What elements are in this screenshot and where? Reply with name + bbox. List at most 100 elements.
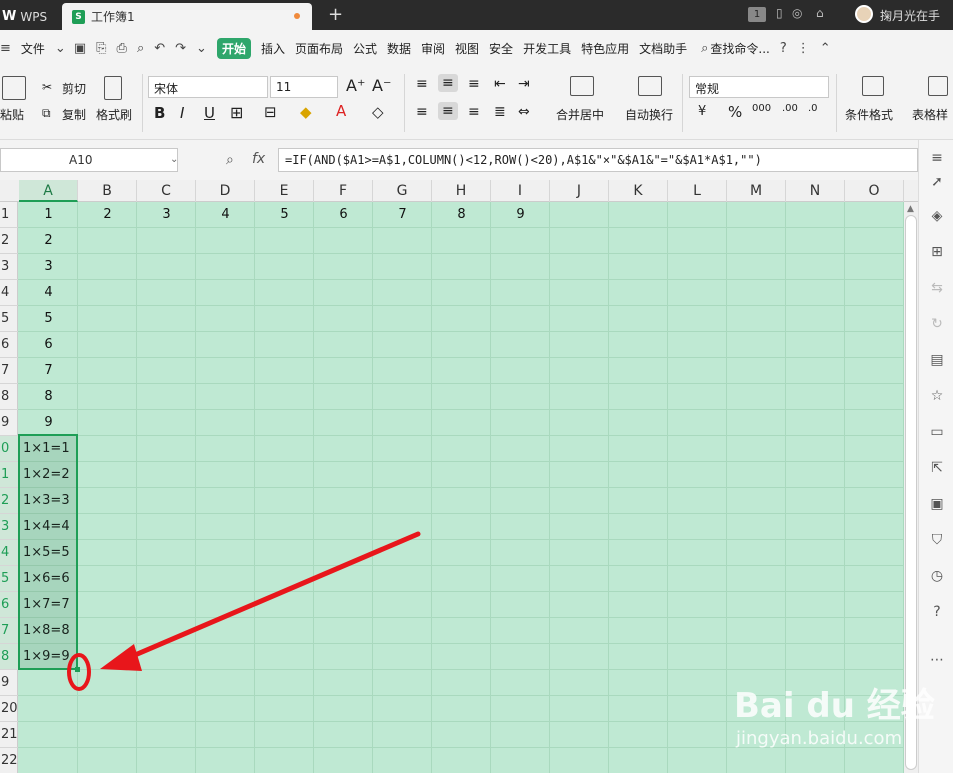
- column-header-b[interactable]: B: [78, 180, 137, 202]
- scroll-up-icon[interactable]: ▲: [907, 204, 914, 214]
- cut-button[interactable]: 剪切: [62, 80, 86, 97]
- avatar[interactable]: [855, 5, 873, 23]
- currency-icon[interactable]: ¥: [698, 104, 706, 119]
- conditional-format-button[interactable]: 条件格式: [845, 106, 893, 123]
- new-tab-icon[interactable]: +: [328, 4, 343, 25]
- more-quick-icon[interactable]: ⌄: [196, 41, 207, 56]
- name-box[interactable]: A10: [0, 148, 178, 172]
- row-header[interactable]: 4: [0, 280, 18, 306]
- tab-view[interactable]: 视图: [455, 40, 479, 57]
- column-header-l[interactable]: L: [668, 180, 727, 202]
- wps-home-tab[interactable]: W WPS: [0, 3, 58, 30]
- export-icon[interactable]: ⎘: [96, 41, 106, 56]
- chevron-down-icon[interactable]: ⌄: [55, 41, 66, 56]
- selection-range[interactable]: [18, 434, 78, 670]
- row-header[interactable]: 8: [0, 384, 18, 410]
- cell-a9[interactable]: 9: [19, 410, 78, 436]
- fill-color-icon[interactable]: ◆: [300, 103, 312, 121]
- column-header-m[interactable]: M: [727, 180, 786, 202]
- auto-wrap-icon[interactable]: [638, 76, 662, 96]
- row-header[interactable]: 3: [0, 514, 18, 540]
- merge-center-button[interactable]: 合并居中: [556, 106, 604, 123]
- row-header[interactable]: 5: [0, 566, 18, 592]
- name-box-chevron-icon[interactable]: ⌄: [170, 154, 178, 165]
- column-header-h[interactable]: H: [432, 180, 491, 202]
- bold-icon[interactable]: B: [154, 104, 165, 122]
- tab-review[interactable]: 审阅: [421, 40, 445, 57]
- eraser-icon[interactable]: ◇: [372, 103, 384, 121]
- row-header[interactable]: 21: [0, 722, 18, 748]
- tab-developer[interactable]: 开发工具: [523, 40, 571, 57]
- zoom-formula-icon[interactable]: ⌕: [226, 152, 234, 168]
- row-header[interactable]: 5: [0, 306, 18, 332]
- share-icon[interactable]: ⇱: [929, 460, 945, 476]
- format-painter-icon[interactable]: [104, 76, 122, 100]
- cell-h1[interactable]: 8: [432, 202, 491, 228]
- tab-doc-assistant[interactable]: 文档助手: [639, 40, 687, 57]
- layout-icon[interactable]: ▯: [776, 6, 783, 20]
- auto-wrap-button[interactable]: 自动换行: [625, 106, 673, 123]
- underline-icon[interactable]: U: [204, 104, 215, 122]
- refresh-icon[interactable]: ↻: [929, 316, 945, 332]
- formula-input[interactable]: =IF(AND($A1>=A$1,COLUMN()<12,ROW()<20),A…: [278, 148, 918, 172]
- shapes-icon[interactable]: ◈: [929, 208, 945, 224]
- history-icon[interactable]: ◷: [929, 568, 945, 584]
- cell-a3[interactable]: 3: [19, 254, 78, 280]
- row-header[interactable]: 6: [0, 592, 18, 618]
- increase-indent-icon[interactable]: ⇥: [518, 76, 530, 92]
- gallery-icon[interactable]: ▤: [929, 352, 945, 368]
- column-header-k[interactable]: K: [609, 180, 668, 202]
- document-tab[interactable]: S 工作簿1: [62, 3, 312, 30]
- align-bottom-icon[interactable]: ≡: [468, 76, 480, 92]
- row-header[interactable]: 9: [0, 670, 18, 696]
- column-header-a[interactable]: A: [19, 180, 78, 202]
- row-header[interactable]: 8: [0, 644, 18, 670]
- shield-icon[interactable]: ⛉: [929, 532, 945, 548]
- distributed-icon[interactable]: ⇔: [518, 104, 530, 120]
- archive-icon[interactable]: ▭: [929, 424, 945, 440]
- cell-style-icon[interactable]: ⊟: [264, 103, 277, 121]
- paste-button[interactable]: 粘贴: [0, 106, 24, 123]
- paste-icon[interactable]: [2, 76, 26, 100]
- row-header[interactable]: 20: [0, 696, 18, 722]
- align-center-icon[interactable]: ≡: [438, 102, 458, 120]
- collapse-panel-icon[interactable]: ≡: [929, 150, 945, 166]
- row-header[interactable]: 4: [0, 540, 18, 566]
- decrease-indent-icon[interactable]: ⇤: [494, 76, 506, 92]
- cell-a6[interactable]: 6: [19, 332, 78, 358]
- decrease-font-icon[interactable]: A⁻: [372, 76, 391, 95]
- help-icon[interactable]: ?: [780, 41, 787, 56]
- window-count-badge[interactable]: 1: [748, 7, 766, 22]
- copy-button[interactable]: 复制: [62, 106, 86, 123]
- redo-icon[interactable]: ↷: [175, 41, 186, 56]
- column-header-g[interactable]: G: [373, 180, 432, 202]
- cell-a5[interactable]: 5: [19, 306, 78, 332]
- tab-security[interactable]: 安全: [489, 40, 513, 57]
- save-icon[interactable]: ▣: [74, 41, 86, 56]
- row-header[interactable]: 1: [0, 462, 18, 488]
- tab-home[interactable]: 开始: [216, 37, 251, 59]
- filter-icon[interactable]: ⇆: [929, 280, 945, 296]
- cloud-icon[interactable]: ◎: [792, 6, 802, 20]
- align-middle-icon[interactable]: ≡: [438, 74, 458, 92]
- tab-features[interactable]: 特色应用: [581, 40, 629, 57]
- column-header-i[interactable]: I: [491, 180, 550, 202]
- preview-icon[interactable]: ⌕: [137, 41, 144, 56]
- border-icon[interactable]: ⊞: [230, 103, 243, 122]
- cell-e1[interactable]: 5: [255, 202, 314, 228]
- column-header-e[interactable]: E: [255, 180, 314, 202]
- select-pointer-icon[interactable]: ➚: [929, 174, 945, 190]
- thousands-icon[interactable]: 000: [752, 103, 771, 114]
- column-header-d[interactable]: D: [196, 180, 255, 202]
- cell-a1[interactable]: 1: [19, 202, 78, 228]
- undo-icon[interactable]: ↶: [154, 41, 165, 56]
- cell-f1[interactable]: 6: [314, 202, 373, 228]
- percent-icon[interactable]: %: [728, 103, 742, 121]
- cut-icon[interactable]: ✂: [42, 80, 52, 94]
- font-color-icon[interactable]: A: [336, 102, 346, 120]
- collapse-ribbon-icon[interactable]: ⌃: [820, 41, 831, 56]
- align-right-icon[interactable]: ≡: [468, 104, 480, 120]
- fx-icon[interactable]: fx: [252, 151, 265, 167]
- row-header[interactable]: 7: [0, 358, 18, 384]
- justify-icon[interactable]: ≣: [494, 104, 506, 120]
